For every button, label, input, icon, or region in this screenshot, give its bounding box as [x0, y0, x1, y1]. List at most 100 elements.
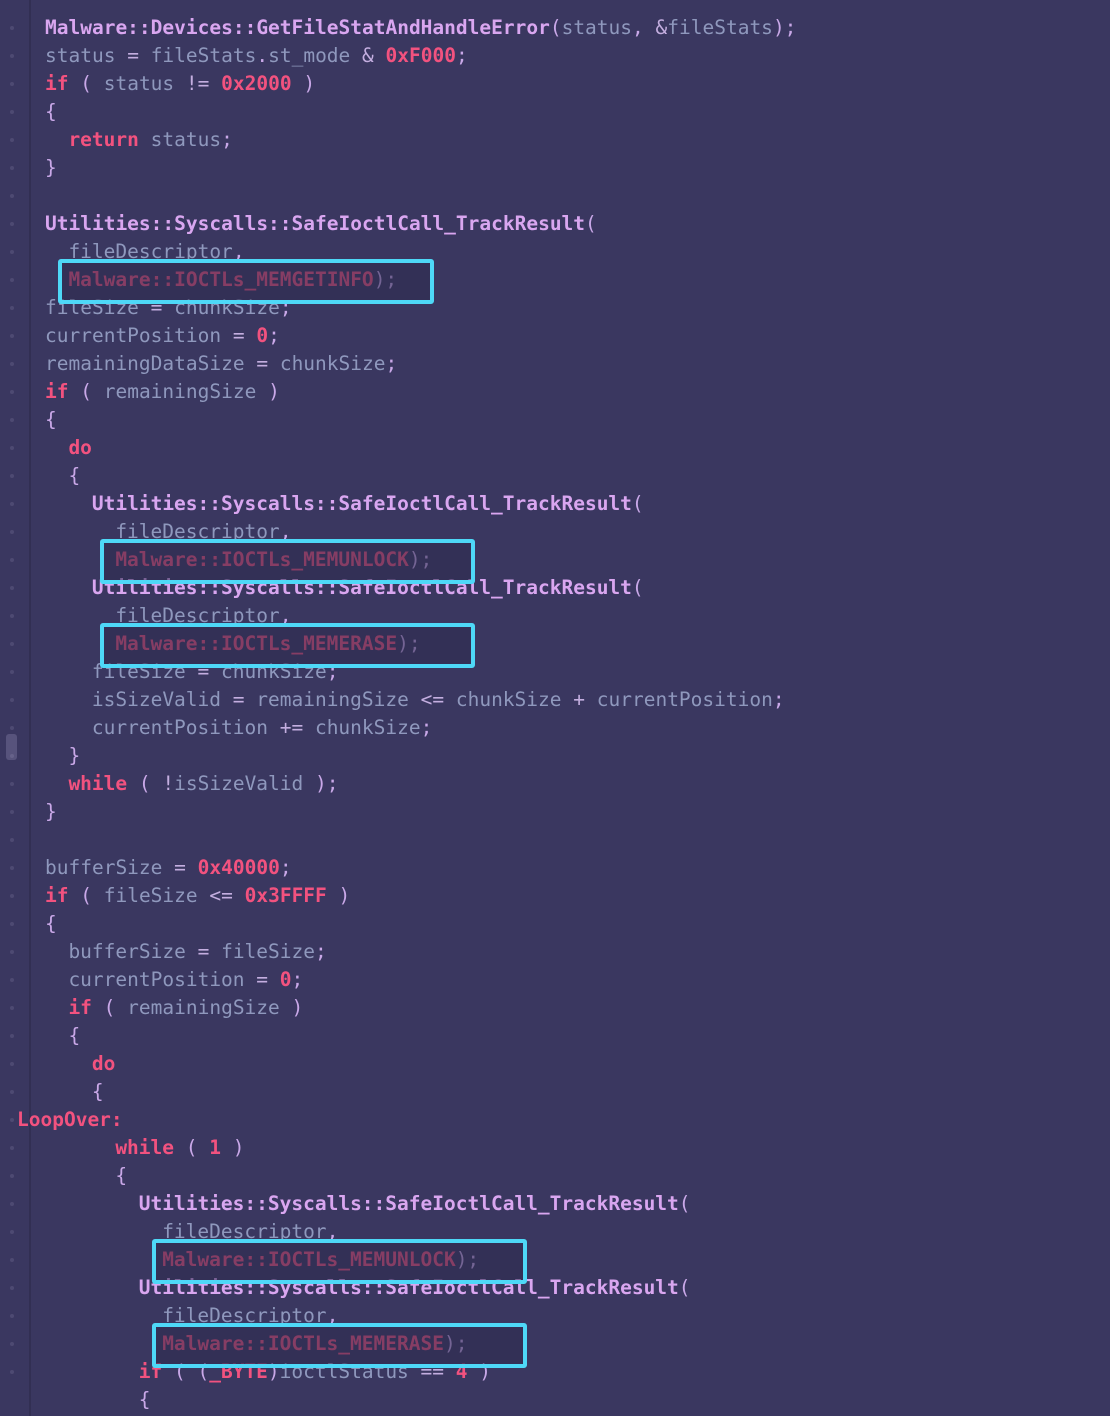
code-line[interactable]: currentPosition += chunkSize;	[92, 714, 433, 742]
code-line[interactable]: bufferSize = 0x40000;	[45, 854, 292, 882]
code-line[interactable]: Utilities::Syscalls::SafeIoctlCall_Track…	[45, 210, 597, 238]
code-line[interactable]: remainingDataSize = chunkSize;	[45, 350, 397, 378]
code-token-op: =	[185, 660, 222, 683]
code-line[interactable]: Utilities::Syscalls::SafeIoctlCall_Track…	[139, 1274, 691, 1302]
code-line[interactable]: if ( remainingSize )	[68, 994, 303, 1022]
code-line[interactable]: while ( 1 )	[115, 1134, 244, 1162]
code-token-pun: ;	[385, 352, 398, 375]
code-line[interactable]: {	[68, 462, 80, 490]
code-token-pun: ;	[268, 324, 280, 347]
code-line[interactable]: fileDescriptor,	[115, 602, 291, 630]
gutter-line-marker	[10, 1062, 14, 1066]
code-token-kw: while	[115, 1136, 175, 1159]
gutter-line-marker	[10, 502, 14, 506]
code-line[interactable]: }	[45, 798, 57, 826]
code-line[interactable]: Utilities::Syscalls::SafeIoctlCall_Track…	[92, 490, 644, 518]
code-token-pun: (	[174, 1136, 210, 1159]
code-surface[interactable]: Malware::Devices::GetFileStatAndHandleEr…	[17, 0, 1110, 1416]
code-token-num: 0	[256, 324, 269, 347]
code-line[interactable]: do	[68, 434, 91, 462]
code-token-op: ==	[408, 1360, 456, 1383]
code-line[interactable]: {	[45, 406, 57, 434]
code-token-pun: ,	[232, 240, 245, 263]
code-token-pun: );	[772, 16, 797, 39]
code-token-pun: }	[45, 800, 57, 823]
code-line[interactable]: status = fileStats.st_mode & 0xF000;	[45, 42, 468, 70]
code-token-pun: );	[373, 268, 398, 291]
code-token-var: fileStats	[667, 16, 773, 39]
code-line[interactable]: {	[68, 1022, 80, 1050]
code-line[interactable]: {	[139, 1386, 151, 1414]
gutter-line-marker	[10, 1314, 14, 1318]
code-line[interactable]: do	[92, 1050, 115, 1078]
code-line[interactable]: fileDescriptor,	[68, 238, 244, 266]
code-token-op: =	[221, 324, 257, 347]
code-line[interactable]: Malware::IOCTLs_MEMGETINFO);	[68, 266, 397, 294]
code-token-enum: Malware::IOCTLs_MEMUNLOCK	[115, 548, 409, 571]
code-token-pun: }	[45, 156, 57, 179]
gutter-line-marker	[10, 866, 14, 870]
gutter-line-marker	[10, 278, 14, 282]
code-line[interactable]: if ( remainingSize )	[45, 378, 280, 406]
gutter-line-marker	[10, 810, 14, 814]
code-line[interactable]: fileSize = chunkSize;	[45, 294, 292, 322]
code-line[interactable]: Utilities::Syscalls::SafeIoctlCall_Track…	[92, 574, 644, 602]
gutter-line-marker	[10, 82, 14, 86]
code-token-op: =	[138, 296, 175, 319]
code-token-var: fileSize	[103, 884, 198, 907]
code-token-lbl: LoopOver:	[17, 1108, 123, 1131]
code-token-var: fileDescriptor	[162, 1220, 327, 1243]
code-line[interactable]: fileSize = chunkSize;	[92, 658, 339, 686]
code-token-pun: (	[68, 380, 104, 403]
code-line[interactable]: {	[115, 1162, 127, 1190]
code-token-op: =	[244, 968, 280, 991]
gutter-line-marker	[10, 698, 14, 702]
code-token-var: status	[45, 44, 116, 67]
code-line[interactable]: Malware::IOCTLs_MEMERASE);	[162, 1330, 467, 1358]
code-line[interactable]: return status;	[68, 126, 232, 154]
gutter-line-marker	[10, 362, 14, 366]
code-line[interactable]: bufferSize = fileSize;	[68, 938, 326, 966]
code-token-pun: }	[68, 744, 81, 767]
code-token-var: fileSize	[221, 940, 315, 963]
code-line[interactable]: Malware::IOCTLs_MEMUNLOCK);	[115, 546, 432, 574]
gutter-line-marker	[10, 838, 14, 842]
code-line[interactable]: fileDescriptor,	[162, 1302, 338, 1330]
editor-gutter[interactable]	[0, 0, 28, 1416]
code-line[interactable]: {	[92, 1078, 104, 1106]
code-token-pun: ;	[279, 856, 292, 879]
code-line[interactable]: Malware::IOCTLs_MEMERASE);	[115, 630, 420, 658]
code-line[interactable]: while ( !isSizeValid );	[68, 770, 338, 798]
code-line[interactable]: Malware::IOCTLs_MEMUNLOCK);	[162, 1246, 479, 1274]
code-token-op: =	[162, 856, 198, 879]
code-token-pun: ,	[326, 1220, 339, 1243]
code-line[interactable]: {	[45, 98, 57, 126]
code-line[interactable]: }	[68, 742, 80, 770]
code-token-var: currentPosition	[68, 968, 245, 991]
code-line[interactable]: }	[45, 154, 57, 182]
code-line[interactable]: currentPosition = 0;	[45, 322, 280, 350]
gutter-line-marker	[10, 138, 14, 142]
code-line[interactable]: LoopOver:	[17, 1106, 123, 1134]
gutter-scroll-thumb[interactable]	[6, 734, 17, 760]
code-line[interactable]: isSizeValid = remainingSize <= chunkSize…	[92, 686, 785, 714]
gutter-line-marker	[10, 250, 14, 254]
code-token-var: chunkSize	[314, 716, 421, 739]
code-token-kw: if	[68, 996, 92, 1019]
code-line[interactable]: fileDescriptor,	[115, 518, 291, 546]
code-line[interactable]: currentPosition = 0;	[68, 966, 303, 994]
code-line[interactable]: {	[45, 910, 57, 938]
code-token-var: currentPosition	[596, 688, 773, 711]
gutter-line-marker	[10, 1006, 14, 1010]
code-line[interactable]: if ( (_BYTE)ioctlStatus == 4 )	[139, 1358, 491, 1386]
gutter-line-marker	[10, 978, 14, 982]
code-line[interactable]: Utilities::Syscalls::SafeIoctlCall_Track…	[139, 1190, 691, 1218]
code-token-fn: Utilities::Syscalls::SafeIoctlCall_Track…	[91, 492, 632, 515]
code-line[interactable]: Malware::Devices::GetFileStatAndHandleEr…	[45, 14, 796, 42]
code-line[interactable]: if ( status != 0x2000 )	[45, 70, 315, 98]
code-token-kw: if	[138, 1360, 163, 1383]
code-token-var: fileDescriptor	[115, 520, 280, 543]
code-token-var: isSizeValid	[174, 772, 304, 795]
code-line[interactable]: if ( fileSize <= 0x3FFFF )	[45, 882, 350, 910]
code-line[interactable]: fileDescriptor,	[162, 1218, 338, 1246]
